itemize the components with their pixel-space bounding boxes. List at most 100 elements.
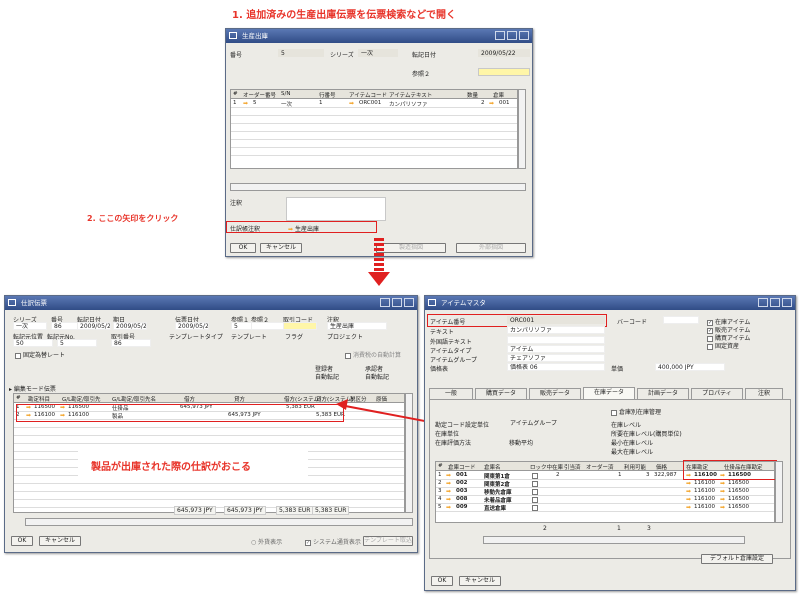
wh-code: 001 [456,472,468,478]
item-type-label: アイテムタイプ [430,348,472,355]
wh-manage-label: 倉庫別在庫管理 [619,409,662,416]
total-instock: 2 [543,525,547,532]
lock-checkbox[interactable] [532,481,538,487]
row-no: 4 [438,496,442,502]
req-level-label: 在庫レベル [611,422,642,429]
link-arrow-icon[interactable]: ➡ [446,488,451,495]
max-level-label: 最大在庫レベル [611,449,654,456]
maximize-icon[interactable] [770,298,780,307]
inventory-account: 116100 [694,504,715,510]
row-no: 3 [438,488,442,494]
link-arrow-icon[interactable]: ➡ [446,496,451,503]
unit-price-field[interactable]: 400,000 JPY [655,363,725,371]
connector-head [336,399,348,410]
table-row[interactable]: 2 ➡ 002 関東第2倉 ➡ 116100 ➡ 116500 [436,480,774,488]
col-header: 価格 [656,465,668,471]
row-no: 2 [438,480,442,486]
link-arrow-icon[interactable]: ➡ [686,496,691,503]
tab-3[interactable]: 在庫データ [583,387,635,399]
col-header: 倉庫名 [484,465,501,471]
wip-account: 116500 [728,488,749,494]
total-available: 3 [647,525,651,532]
col-header: # [438,463,443,469]
col-header: 倉庫コード [448,465,476,471]
tab-4[interactable]: 計画データ [637,388,689,399]
unit-price-label: 単価 [611,366,624,373]
item-desc-label: テキスト [430,329,454,336]
inventory-account-highlight [683,460,777,480]
link-arrow-icon[interactable]: ➡ [720,480,725,487]
wh-manage-checkbox[interactable]: 倉庫別在庫管理 [611,407,661,416]
link-arrow-icon[interactable]: ➡ [446,504,451,511]
wip-account: 116500 [728,504,749,510]
link-arrow-icon[interactable]: ➡ [720,496,725,503]
req-uom-label: 所要在庫レベル(購買単位) [611,431,682,438]
grid-vscroll[interactable] [775,461,783,523]
wip-account: 116500 [728,480,749,486]
wh-code: 002 [456,480,468,486]
lock-checkbox[interactable] [532,497,538,503]
link-arrow-icon[interactable]: ➡ [686,504,691,511]
price-list-label: 価格表 [430,366,449,373]
check-3[interactable]: 固定資産 [707,341,739,350]
price: 322,987 [654,472,677,478]
val-method-value: 移動平均 [509,440,534,447]
wh-name: 関東第2倉 [484,482,510,488]
row-no: 5 [438,504,442,510]
checkbox-icon[interactable] [611,409,617,416]
col-header: 在庫 [552,465,564,471]
link-arrow-icon[interactable]: ➡ [686,480,691,487]
link-arrow-icon[interactable]: ➡ [446,480,451,487]
barcode-field[interactable] [663,316,699,324]
item-no-field[interactable]: ORC001 [507,316,605,324]
link-arrow-icon[interactable]: ➡ [720,504,725,511]
inventory-account: 116100 [694,480,715,486]
available: 3 [646,472,650,478]
foreign-name-field[interactable] [507,336,605,344]
uom-label: 在庫単位 [435,431,460,438]
link-arrow-icon[interactable]: ➡ [720,488,725,495]
col-header: オーダー済 [586,465,614,471]
tab-2[interactable]: 販売データ [529,388,581,399]
wh-code: 009 [456,504,468,510]
lock-checkbox[interactable] [532,505,538,511]
table-row[interactable]: 5 ➡ 009 直送倉庫 ➡ 116100 ➡ 116500 [436,504,774,512]
lock-checkbox[interactable] [532,473,538,479]
item-type-select[interactable]: アイテム [507,345,605,353]
ok-button[interactable]: OK [431,576,453,586]
lock-checkbox[interactable] [532,489,538,495]
grid-hscroll[interactable] [483,536,745,544]
tab-5[interactable]: プロパティ [691,388,743,399]
default-warehouse-button[interactable]: デフォルト倉庫設定 [701,554,773,564]
wh-name: 直送倉庫 [484,506,507,512]
wh-code: 008 [456,496,468,502]
item-master-window: アイテムマスタ アイテム番号 ORC001 テキスト カンパリソファ 外国語テキ… [424,295,796,591]
min-level-label: 最小在庫レベル [611,440,654,447]
wh-code: 003 [456,488,468,494]
gl-set-label: 勘定コード設定単位 [435,422,490,429]
close-icon[interactable] [782,298,792,307]
checkbox-icon[interactable] [707,343,713,350]
price-list-select[interactable]: 価格表 06 [507,363,605,371]
table-row[interactable]: 3 ➡ 003 移動先倉庫 ➡ 116100 ➡ 116500 [436,488,774,496]
minimize-icon[interactable] [758,298,768,307]
link-arrow-icon[interactable]: ➡ [686,488,691,495]
link-arrow-icon[interactable]: ➡ [446,472,451,479]
item-desc-field[interactable]: カンパリソファ [507,326,605,334]
cancel-button[interactable]: キャンセル [459,576,501,586]
tab-1[interactable]: 購買データ [475,388,527,399]
window-icon [428,299,436,306]
window-title: アイテムマスタ [441,299,486,307]
item-group-label: アイテムグループ [430,357,478,364]
gl-set-select[interactable]: アイテムグループ [507,419,601,427]
tab-6[interactable]: 注釈 [745,388,783,399]
wip-account: 116500 [728,496,749,502]
table-row[interactable]: 4 ➡ 008 未着品倉庫 ➡ 116100 ➡ 116500 [436,496,774,504]
tab-0[interactable]: 一般 [429,388,473,399]
item-no-label: アイテム番号 [430,319,466,326]
wh-name: 関東第1倉 [484,474,510,480]
item-group-select[interactable]: チェアソファ [507,354,605,362]
ordered: 1 [618,472,622,478]
inventory-account: 116100 [694,496,715,502]
in-stock: 2 [556,472,560,478]
